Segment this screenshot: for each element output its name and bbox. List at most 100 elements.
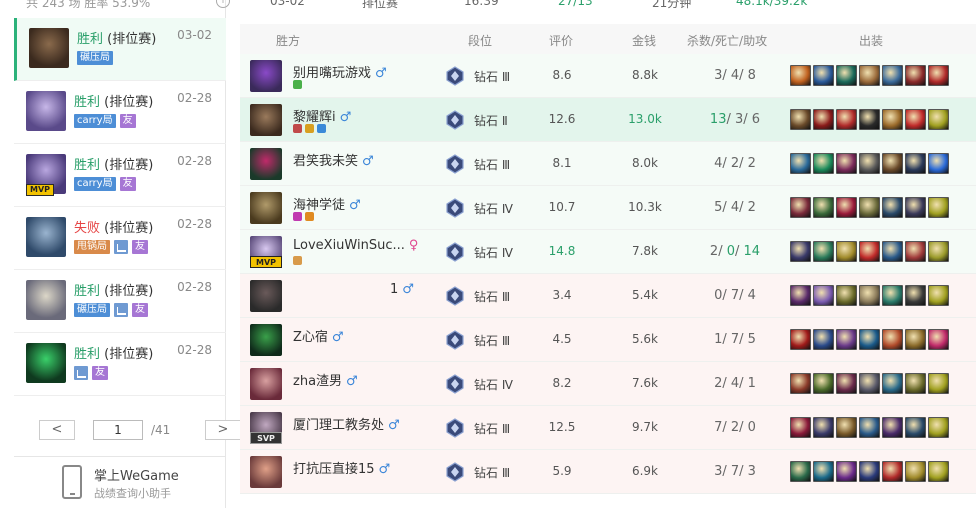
item-icon[interactable] — [905, 285, 926, 306]
item-icon[interactable] — [790, 241, 811, 262]
table-row[interactable]: 君笑我未笑 ♂ 钻石 Ⅲ 8.1 8.0k 4/ 2/ 2 — [240, 142, 976, 186]
item-icon[interactable] — [882, 417, 903, 438]
table-row[interactable]: MVP LoveXiuWinSuc... ♀ 钻石 Ⅳ 14.8 7.8k 2/ … — [240, 230, 976, 274]
match-list-item[interactable]: 胜利 (排位赛) 02-28 carry局友 — [14, 81, 226, 144]
item-icon[interactable] — [836, 329, 857, 350]
item-icon[interactable] — [790, 65, 811, 86]
player-name[interactable]: Z心宿 ♂ — [293, 326, 344, 345]
item-icon[interactable] — [928, 373, 949, 394]
table-row[interactable]: 1 ♂ 钻石 Ⅲ 3.4 5.4k 0/ 7/ 4 — [240, 274, 976, 318]
player-avatar[interactable] — [250, 456, 282, 488]
item-icon[interactable] — [905, 417, 926, 438]
player-name[interactable]: 黎耀辉i ♂ — [293, 106, 351, 125]
item-icon[interactable] — [813, 197, 834, 218]
item-icon[interactable] — [790, 153, 811, 174]
table-row[interactable]: Z心宿 ♂ 钻石 Ⅲ 4.5 5.6k 1/ 7/ 5 — [240, 318, 976, 362]
item-icon[interactable] — [905, 153, 926, 174]
item-icon[interactable] — [882, 241, 903, 262]
item-icon[interactable] — [836, 65, 857, 86]
item-icon[interactable] — [859, 373, 880, 394]
item-icon[interactable] — [790, 285, 811, 306]
item-icon[interactable] — [813, 109, 834, 130]
item-icon[interactable] — [928, 109, 949, 130]
table-row[interactable]: SVP 厦门理工教务处 ♂ 钻石 Ⅲ 12.5 9.7k 7/ 2/ 0 — [240, 406, 976, 450]
match-list-item[interactable]: 胜利 (排位赛) 02-28 碾压局 友 — [14, 270, 226, 333]
item-icon[interactable] — [790, 329, 811, 350]
item-icon[interactable] — [813, 153, 834, 174]
player-name[interactable]: 君笑我未笑 ♂ — [293, 150, 374, 169]
item-icon[interactable] — [905, 65, 926, 86]
item-icon[interactable] — [813, 65, 834, 86]
item-icon[interactable] — [928, 285, 949, 306]
item-icon[interactable] — [813, 285, 834, 306]
wegame-promo[interactable]: 掌上WeGame 战绩查询小助手 — [14, 456, 226, 508]
item-icon[interactable] — [859, 285, 880, 306]
info-icon[interactable]: i — [216, 0, 230, 8]
item-icon[interactable] — [859, 65, 880, 86]
player-name[interactable]: LoveXiuWinSuc... ♀ — [293, 238, 418, 253]
player-name[interactable]: 1 ♂ — [390, 282, 414, 297]
item-icon[interactable] — [859, 461, 880, 482]
item-icon[interactable] — [928, 417, 949, 438]
player-avatar[interactable] — [250, 368, 282, 400]
item-icon[interactable] — [859, 241, 880, 262]
item-icon[interactable] — [813, 373, 834, 394]
item-icon[interactable] — [882, 109, 903, 130]
item-icon[interactable] — [905, 241, 926, 262]
item-icon[interactable] — [836, 197, 857, 218]
item-icon[interactable] — [905, 197, 926, 218]
player-avatar[interactable] — [250, 324, 282, 356]
player-name[interactable]: 别用嘴玩游戏 ♂ — [293, 62, 387, 81]
item-icon[interactable] — [813, 329, 834, 350]
item-icon[interactable] — [790, 109, 811, 130]
item-icon[interactable] — [859, 417, 880, 438]
item-icon[interactable] — [836, 373, 857, 394]
item-icon[interactable] — [928, 241, 949, 262]
player-name[interactable]: zha渣男 ♂ — [293, 370, 358, 389]
prev-page-button[interactable]: < — [39, 420, 75, 440]
table-row[interactable]: 海神学徒 ♂ 钻石 Ⅳ 10.7 10.3k 5/ 4/ 2 — [240, 186, 976, 230]
item-icon[interactable] — [790, 417, 811, 438]
player-avatar[interactable] — [250, 148, 282, 180]
player-name[interactable]: 打抗压直接15 ♂ — [293, 458, 390, 477]
item-icon[interactable] — [813, 417, 834, 438]
item-icon[interactable] — [905, 461, 926, 482]
table-row[interactable]: zha渣男 ♂ 钻石 Ⅳ 8.2 7.6k 2/ 4/ 1 — [240, 362, 976, 406]
item-icon[interactable] — [928, 329, 949, 350]
item-icon[interactable] — [836, 153, 857, 174]
item-icon[interactable] — [928, 197, 949, 218]
item-icon[interactable] — [813, 461, 834, 482]
item-icon[interactable] — [928, 65, 949, 86]
item-icon[interactable] — [836, 285, 857, 306]
player-avatar[interactable] — [250, 104, 282, 136]
item-icon[interactable] — [905, 109, 926, 130]
match-list-item[interactable]: 失败 (排位赛) 02-28 甩锅局 友 — [14, 207, 226, 270]
player-avatar[interactable] — [250, 60, 282, 92]
table-row[interactable]: 打抗压直接15 ♂ 钻石 Ⅲ 5.9 6.9k 3/ 7/ 3 — [240, 450, 976, 494]
item-icon[interactable] — [859, 109, 880, 130]
item-icon[interactable] — [882, 461, 903, 482]
item-icon[interactable] — [905, 329, 926, 350]
item-icon[interactable] — [882, 373, 903, 394]
item-icon[interactable] — [790, 373, 811, 394]
player-avatar[interactable] — [250, 192, 282, 224]
item-icon[interactable] — [882, 65, 903, 86]
table-row[interactable]: 黎耀辉i ♂ 钻石 Ⅱ 12.6 13.0k 13/ 3/ 6 — [240, 98, 976, 142]
match-list-item[interactable]: 胜利 (排位赛) 03-02 碾压局 — [14, 18, 226, 81]
player-avatar[interactable] — [250, 280, 282, 312]
match-list-item[interactable]: MVP 胜利 (排位赛) 02-28 carry局友 — [14, 144, 226, 207]
item-icon[interactable] — [928, 461, 949, 482]
player-name[interactable]: 海神学徒 ♂ — [293, 194, 361, 213]
item-icon[interactable] — [836, 417, 857, 438]
item-icon[interactable] — [790, 197, 811, 218]
item-icon[interactable] — [928, 153, 949, 174]
item-icon[interactable] — [882, 285, 903, 306]
item-icon[interactable] — [813, 241, 834, 262]
item-icon[interactable] — [859, 197, 880, 218]
item-icon[interactable] — [859, 153, 880, 174]
player-name[interactable]: 厦门理工教务处 ♂ — [293, 414, 400, 433]
item-icon[interactable] — [790, 461, 811, 482]
match-list-item[interactable]: 胜利 (排位赛) 02-28 友 — [14, 333, 226, 396]
item-icon[interactable] — [859, 329, 880, 350]
item-icon[interactable] — [836, 461, 857, 482]
